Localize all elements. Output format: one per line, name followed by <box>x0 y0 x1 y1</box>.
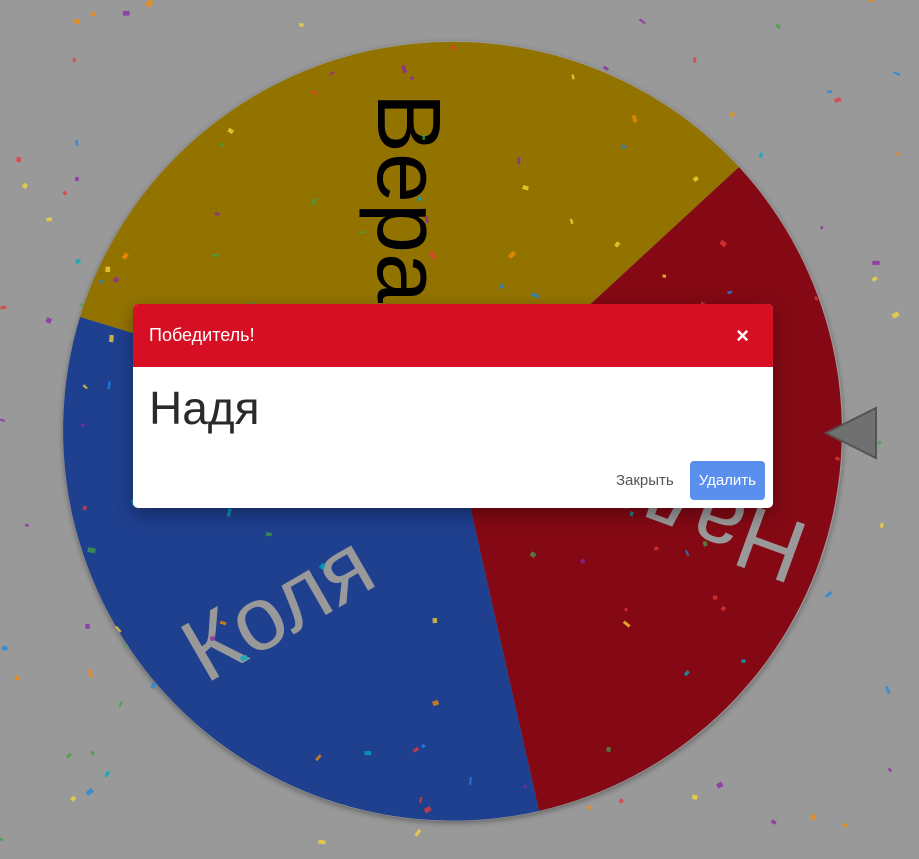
close-button[interactable]: Закрыть <box>608 462 682 499</box>
dialog-body: Надя <box>133 367 773 445</box>
winner-dialog: Победитель! × Надя Закрыть Удалить <box>133 304 773 508</box>
dialog-header: Победитель! × <box>133 304 773 367</box>
dialog-title: Победитель! <box>149 325 255 345</box>
dialog-footer: Закрыть Удалить <box>608 461 765 500</box>
winner-name: Надя <box>149 382 260 434</box>
wheel-stage: Вера Надя Коля Победитель! × Надя Закрыт… <box>0 0 919 859</box>
close-icon[interactable]: × <box>736 324 757 347</box>
delete-button[interactable]: Удалить <box>689 461 765 500</box>
